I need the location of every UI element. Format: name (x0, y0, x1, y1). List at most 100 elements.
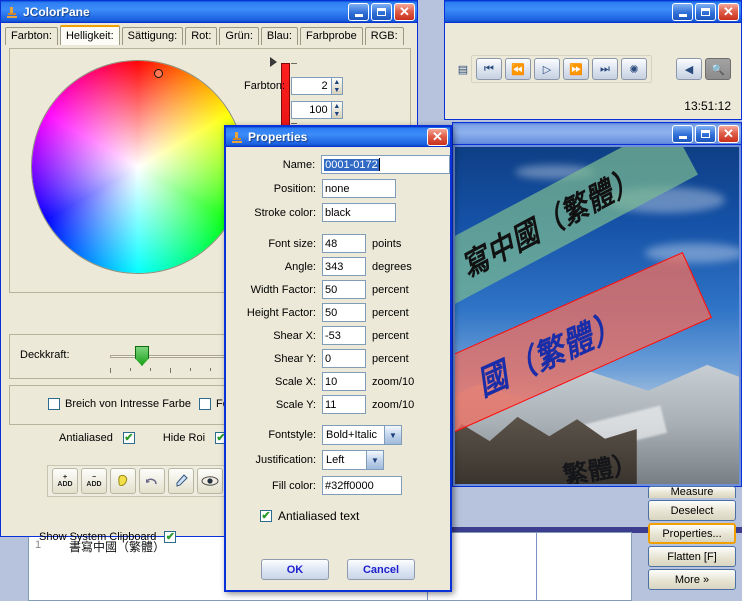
rewind-icon[interactable]: ⏪ (505, 58, 531, 80)
skip-start-icon[interactable]: ⏮ (476, 58, 502, 80)
add-plus-label: ADD (57, 481, 73, 488)
height-factor-field[interactable]: 50 (322, 303, 366, 322)
name-field[interactable]: 0001-0172 (321, 155, 450, 174)
tab-gruen[interactable]: Grün: (219, 27, 259, 45)
maximize-icon[interactable] (695, 2, 716, 21)
deselect-label: Deselect (670, 504, 714, 517)
minimize-icon[interactable] (672, 124, 693, 143)
roi-color-checkbox-row[interactable]: Breich von Intresse Farbe (48, 398, 191, 410)
scale-x-field[interactable]: 10 (322, 372, 366, 391)
font-size-field[interactable]: 48 (322, 234, 366, 253)
chevron-down-icon[interactable]: ▼ (384, 426, 401, 444)
justification-combo[interactable]: Left ▼ (322, 450, 384, 470)
close-icon[interactable]: ✕ (394, 2, 415, 21)
antialiased-label: Antialiased (59, 432, 113, 444)
position-field[interactable]: none (322, 179, 396, 198)
jcolorpane-title: JColorPane (23, 4, 90, 19)
fill-color-field[interactable]: #32ff0000 (322, 476, 402, 495)
skip-end-icon[interactable]: ⏭ (592, 58, 618, 80)
antialiased-text-checkbox[interactable] (260, 510, 272, 522)
tab-blau[interactable]: Blau: (260, 27, 298, 45)
image-window-controls: ✕ (672, 124, 739, 143)
roi-color-checkbox[interactable] (48, 398, 60, 410)
shear-x-field[interactable]: -53 (322, 326, 366, 345)
fontstyle-combo[interactable]: Bold+Italic ▼ (322, 425, 402, 445)
angle-unit: degrees (372, 260, 412, 273)
eye-tool[interactable] (197, 468, 223, 494)
image-window-titlebar[interactable]: ✕ (453, 123, 741, 145)
secondary-spinner[interactable]: ▲▼ (291, 101, 343, 119)
scale-y-field[interactable]: 11 (322, 395, 366, 414)
ok-button[interactable]: OK (261, 559, 329, 580)
roi-fore-checkbox[interactable] (199, 398, 211, 410)
tab-helligkeit[interactable]: Helligkeit: (59, 25, 120, 45)
close-icon[interactable]: ✕ (718, 2, 739, 21)
media-window-body: ▤ ⏮ ⏪ ▷ ⏩ ⏭ ✺ ◀ 🔍 13:51:12 (445, 23, 741, 119)
jcolorpane-titlebar[interactable]: JColorPane ✕ (1, 1, 417, 23)
measure-button[interactable]: Measure (648, 486, 736, 498)
angle-field[interactable]: 343 (322, 257, 366, 276)
cancel-button[interactable]: Cancel (347, 559, 415, 580)
properties-dialog: Properties ✕ Name: 0001-0172 Position: n… (224, 125, 452, 592)
color-wheel[interactable] (32, 61, 244, 273)
font-size-label: Font size: (268, 237, 316, 250)
farbton-spinner[interactable]: ▲▼ (291, 77, 343, 95)
minimize-icon[interactable] (672, 2, 693, 21)
color-wheel-marker[interactable] (154, 69, 163, 78)
media-window-titlebar[interactable]: ✕ (445, 1, 741, 23)
tab-rgb[interactable]: RGB: (364, 27, 404, 45)
width-factor-field[interactable]: 50 (322, 280, 366, 299)
properties-button[interactable]: Properties... (648, 523, 736, 544)
deselect-button[interactable]: Deselect (648, 500, 736, 521)
stroke-color-field[interactable]: black (322, 203, 396, 222)
properties-dialog-titlebar[interactable]: Properties ✕ (226, 127, 450, 147)
tab-farbton[interactable]: Farbton: (5, 27, 58, 45)
close-icon[interactable]: ✕ (718, 124, 739, 143)
fontstyle-value: Bold+Italic (326, 429, 378, 441)
maximize-icon[interactable] (695, 124, 716, 143)
dark-band-text: 繁體） (560, 448, 640, 484)
farbton-spinner-arrows[interactable]: ▲ ▼ (330, 78, 342, 94)
zoom-search-icon[interactable]: 🔍 (705, 58, 731, 80)
tab-rot[interactable]: Rot: (185, 27, 218, 45)
chevron-down-icon[interactable]: ▼ (366, 451, 383, 469)
scale-y-label: Scale Y: (275, 398, 316, 411)
shear-y-field[interactable]: 0 (322, 349, 366, 368)
stroke-color-label: Stroke color: (254, 206, 316, 219)
maximize-icon[interactable] (371, 2, 392, 21)
antialiased-text-row[interactable]: Antialiased text (260, 509, 450, 523)
secondary-spinner-arrows[interactable]: ▲ ▼ (330, 102, 342, 118)
tab-farbprobe[interactable]: Farbprobe (299, 27, 363, 45)
image-canvas[interactable]: 寫中國（繁體） 國（繁體） 繁體） (453, 145, 741, 486)
screen: 1 書寫中國（繁體） ✕ ▤ ⏮ ⏪ ▷ ⏩ ⏭ ✺ ◀ 🔍 13:51:12 … (0, 0, 742, 601)
field-row-fontstyle: Fontstyle: Bold+Italic ▼ (226, 425, 450, 445)
fast-forward-icon[interactable]: ⏩ (563, 58, 589, 80)
undo-tool[interactable] (139, 468, 165, 494)
back-arrow-icon[interactable]: ◀ (676, 58, 702, 80)
position-value: none (325, 182, 350, 195)
opacity-slider-knob[interactable] (135, 346, 149, 366)
eyedropper-tool[interactable] (168, 468, 194, 494)
field-row-scale-x: Scale X: 10 zoom/10 (226, 372, 450, 391)
close-icon[interactable]: ✕ (427, 127, 448, 146)
blob-tool[interactable] (110, 468, 136, 494)
width-factor-label: Width Factor: (250, 283, 316, 296)
secondary-input[interactable] (292, 102, 331, 118)
minimize-icon[interactable] (348, 2, 369, 21)
secondary-spinner-row: ▲▼ (225, 101, 343, 119)
list-column-3[interactable] (537, 533, 631, 600)
add-plus-tool[interactable]: + ADD (52, 468, 78, 494)
farbton-input[interactable] (292, 78, 331, 94)
flatten-button[interactable]: Flatten [F] (648, 546, 736, 567)
speedometer-icon[interactable]: ✺ (621, 58, 647, 80)
scale-x-unit: zoom/10 (372, 375, 415, 388)
play-icon[interactable]: ▷ (534, 58, 560, 80)
stamp-icon[interactable]: ▤ (455, 58, 471, 80)
antialiased-checkbox[interactable] (122, 432, 135, 444)
add-minus-tool[interactable]: − ADD (81, 468, 107, 494)
tab-saettigung[interactable]: Sättigung: (121, 27, 184, 45)
clipboard-checkbox[interactable] (164, 531, 177, 543)
more-button[interactable]: More » (648, 569, 736, 590)
field-row-stroke-color: Stroke color: black (226, 203, 450, 222)
brightness-slider-caret[interactable] (270, 57, 277, 67)
